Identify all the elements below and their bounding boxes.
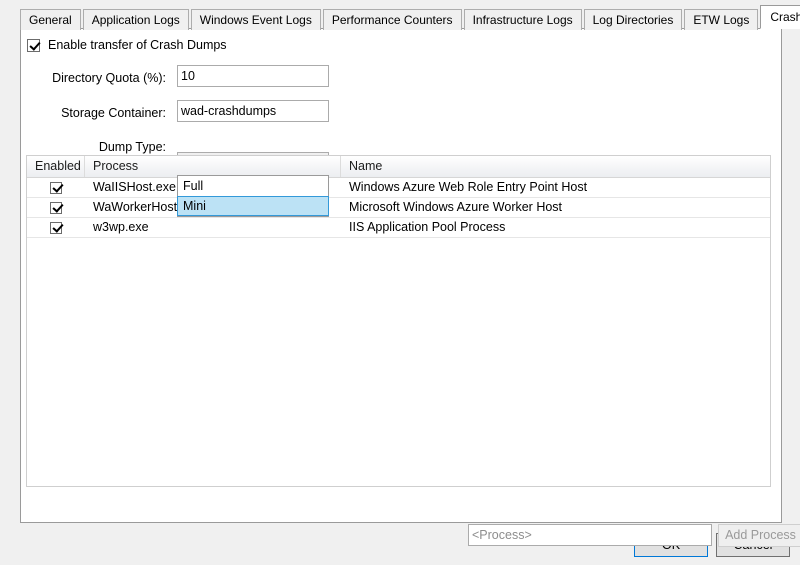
tab-log-directories[interactable]: Log Directories <box>584 9 683 30</box>
tab-windows-event-logs[interactable]: Windows Event Logs <box>191 9 321 30</box>
process-grid-header: Enabled Process Name <box>27 156 770 178</box>
enable-transfer-label: Enable transfer of Crash Dumps <box>48 38 227 52</box>
storage-container-input[interactable] <box>177 100 329 122</box>
row-name-cell: Windows Azure Web Role Entry Point Host <box>341 178 770 197</box>
tab-etw-logs[interactable]: ETW Logs <box>684 9 758 30</box>
add-process-button[interactable]: Add Process <box>718 524 800 547</box>
table-row[interactable]: w3wp.exe IIS Application Pool Process <box>27 218 770 238</box>
crash-dumps-dialog: General Application Logs Windows Event L… <box>0 0 800 565</box>
directory-quota-input[interactable] <box>177 65 329 87</box>
row-enabled-cell[interactable] <box>27 182 85 194</box>
enable-transfer-row[interactable]: Enable transfer of Crash Dumps <box>27 38 227 52</box>
column-header-name[interactable]: Name <box>341 156 770 177</box>
table-row[interactable]: WaWorkerHost.exe Microsoft Windows Azure… <box>27 198 770 218</box>
tab-general[interactable]: General <box>20 9 81 30</box>
tab-infrastructure-logs[interactable]: Infrastructure Logs <box>464 9 582 30</box>
dropdown-option-mini[interactable]: Mini <box>177 196 329 216</box>
tab-content-panel: Enable transfer of Crash Dumps Directory… <box>20 28 782 523</box>
tab-crash-dumps[interactable]: Crash Dumps <box>760 5 800 29</box>
process-name-input[interactable] <box>468 524 712 546</box>
tab-application-logs[interactable]: Application Logs <box>83 9 189 30</box>
enable-transfer-checkbox[interactable] <box>27 39 40 52</box>
row-enabled-cell[interactable] <box>27 222 85 234</box>
dump-type-dropdown-list[interactable]: Full Mini <box>177 175 329 217</box>
row-name-cell: Microsoft Windows Azure Worker Host <box>341 198 770 217</box>
dump-type-label: Dump Type: <box>41 140 166 154</box>
column-header-enabled[interactable]: Enabled <box>27 156 85 177</box>
tab-strip: General Application Logs Windows Event L… <box>20 6 800 29</box>
row-enabled-cell[interactable] <box>27 202 85 214</box>
row-enabled-checkbox[interactable] <box>50 202 62 214</box>
row-name-cell: IIS Application Pool Process <box>341 218 770 237</box>
directory-quota-label: Directory Quota (%): <box>41 71 166 85</box>
row-enabled-checkbox[interactable] <box>50 222 62 234</box>
process-grid: Enabled Process Name WaIISHost.exe Windo… <box>26 155 771 487</box>
tab-performance-counters[interactable]: Performance Counters <box>323 9 462 30</box>
row-process-cell: w3wp.exe <box>85 218 341 237</box>
table-row[interactable]: WaIISHost.exe Windows Azure Web Role Ent… <box>27 178 770 198</box>
storage-container-label: Storage Container: <box>41 106 166 120</box>
row-enabled-checkbox[interactable] <box>50 182 62 194</box>
dropdown-option-full[interactable]: Full <box>178 176 328 196</box>
column-header-process[interactable]: Process <box>85 156 341 177</box>
